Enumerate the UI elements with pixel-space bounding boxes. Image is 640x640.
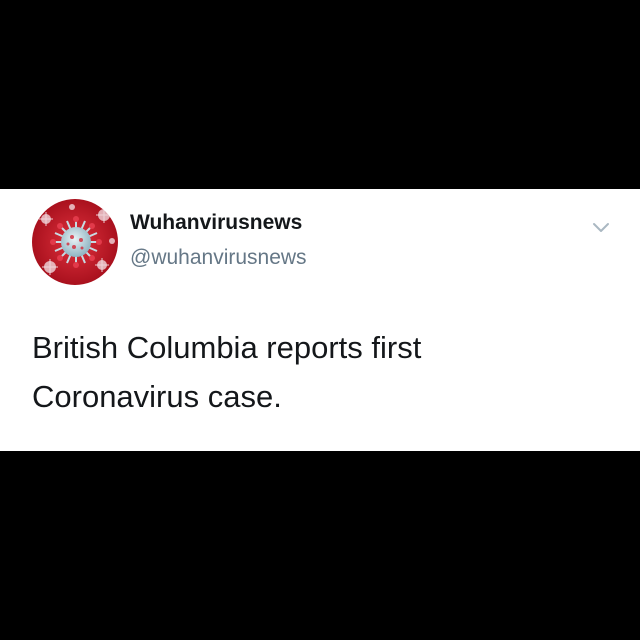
user-handle[interactable]: @wuhanvirusnews <box>130 246 307 270</box>
display-name[interactable]: Wuhanvirusnews <box>130 211 302 235</box>
tweet-card[interactable]: Wuhanvirusnews @wuhanvirusnews British C… <box>0 189 640 451</box>
chevron-down-icon <box>593 223 609 232</box>
tweet-menu-button[interactable] <box>590 219 612 235</box>
coronavirus-icon <box>32 199 118 285</box>
tweet-text-line-1: British Columbia reports first <box>32 330 422 365</box>
tweet-text: British Columbia reports first Coronavir… <box>32 323 612 421</box>
avatar[interactable] <box>32 199 118 285</box>
tweet-text-line-2: Coronavirus case. <box>32 379 282 414</box>
